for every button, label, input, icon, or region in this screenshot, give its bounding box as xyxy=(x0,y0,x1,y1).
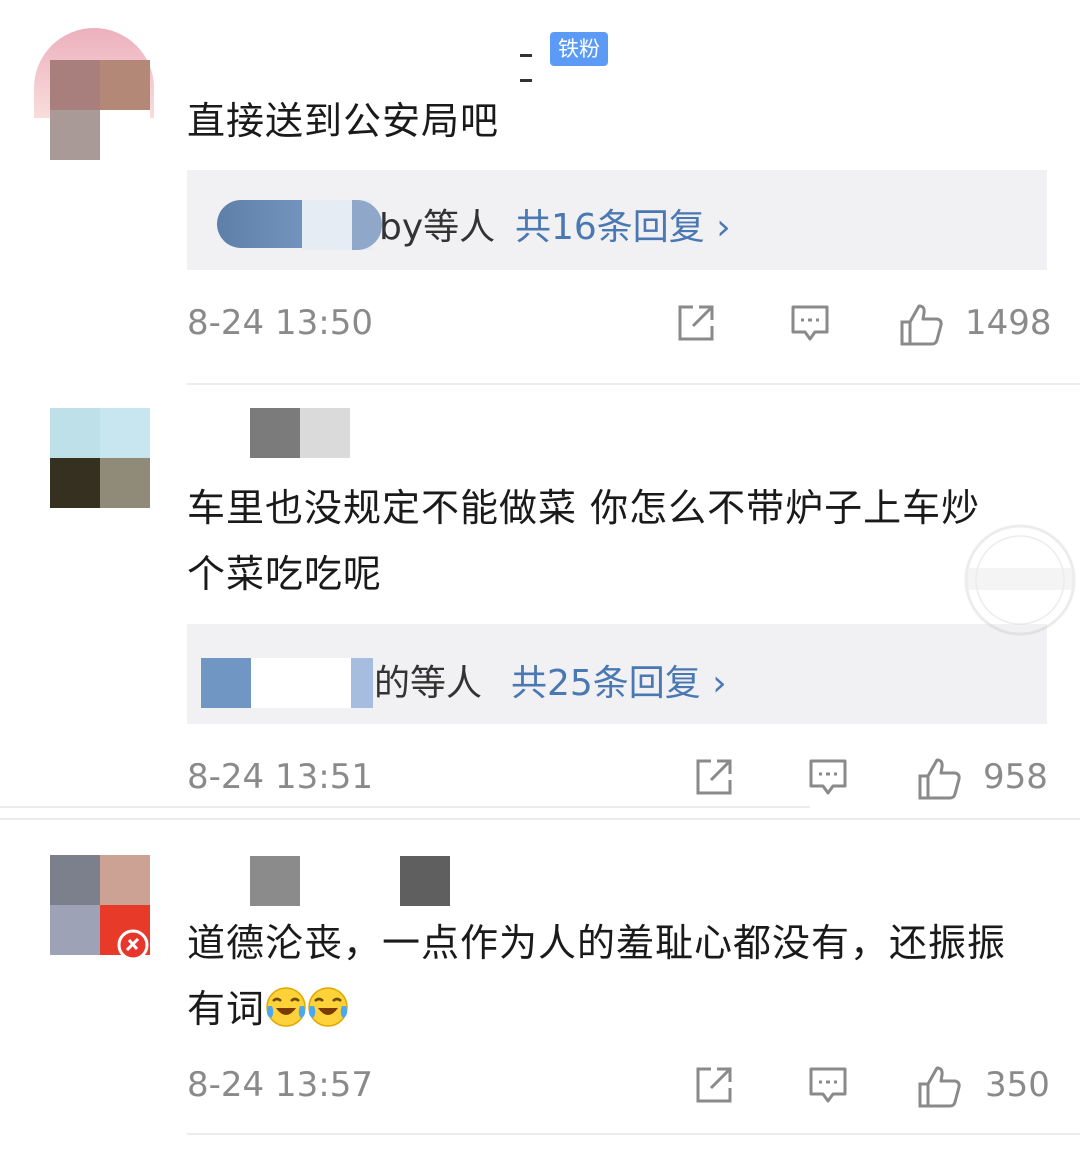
verified-badge-icon xyxy=(117,929,149,961)
share-icon[interactable] xyxy=(693,1064,735,1106)
username[interactable] xyxy=(250,856,450,906)
laugh-cry-emoji xyxy=(266,987,306,1027)
like-count: 350 xyxy=(985,1065,1050,1105)
thumbs-up-icon[interactable] xyxy=(917,1064,963,1110)
timestamp: 8-24 13:57 xyxy=(187,1065,373,1105)
comment-item: 道德沦丧，一点作为人的羞耻心都没有，还振振有词 8-24 13:57 350 xyxy=(0,0,1080,1155)
laugh-cry-emoji xyxy=(308,987,348,1027)
comment-icon[interactable] xyxy=(807,1064,849,1106)
comment-text: 道德沦丧，一点作为人的羞耻心都没有，还振振有词 xyxy=(187,910,1037,1042)
comment-meta: 8-24 13:57 350 xyxy=(187,1060,1050,1110)
divider xyxy=(187,1133,1080,1135)
watermark-seal xyxy=(964,524,1076,636)
